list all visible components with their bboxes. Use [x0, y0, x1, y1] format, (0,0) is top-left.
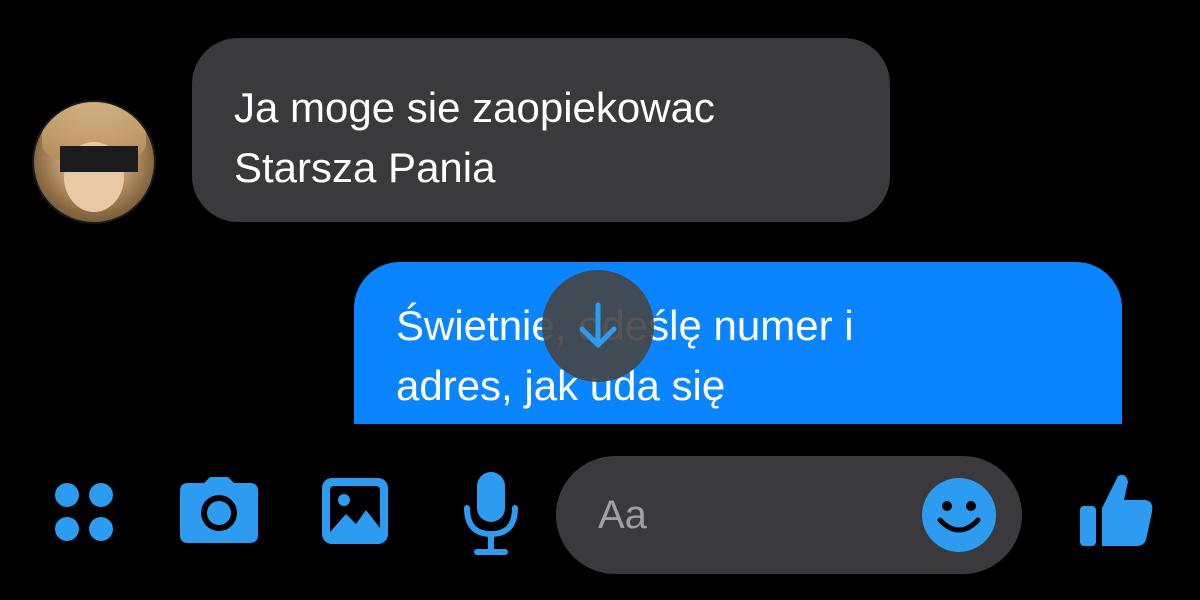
like-button[interactable]	[1074, 468, 1158, 552]
emoji-button[interactable]	[920, 476, 998, 554]
apps-icon	[55, 483, 113, 541]
avatar-censor-bar	[60, 146, 138, 172]
contact-avatar[interactable]	[32, 100, 156, 224]
microphone-button[interactable]	[458, 468, 524, 558]
message-input[interactable]: Aa	[556, 456, 1022, 574]
message-input-placeholder: Aa	[598, 493, 647, 537]
microphone-icon	[464, 472, 518, 555]
message-thread[interactable]: Ja moge sie zaopiekowac Starsza Pania Św…	[0, 0, 1200, 424]
scroll-to-bottom-button[interactable]	[542, 270, 654, 382]
camera-button[interactable]	[176, 472, 262, 548]
gallery-icon	[322, 478, 388, 544]
emoji-icon	[922, 478, 996, 552]
messenger-chat-screen: Ja moge sie zaopiekowac Starsza Pania Św…	[0, 0, 1200, 600]
apps-button[interactable]	[46, 474, 122, 550]
outgoing-message-bubble[interactable]: Świetnie, odeślę numer i adres, jak uda …	[354, 262, 1122, 424]
incoming-message-text: Ja moge sie zaopiekowac Starsza Pania	[234, 84, 715, 191]
composer-bar: Aa	[0, 424, 1200, 600]
like-icon	[1080, 474, 1153, 546]
gallery-button[interactable]	[318, 474, 392, 548]
outgoing-message-text: Świetnie, odeślę numer i adres, jak uda …	[396, 302, 854, 409]
incoming-message-bubble[interactable]: Ja moge sie zaopiekowac Starsza Pania	[192, 38, 890, 222]
arrow-down-icon	[579, 302, 617, 348]
camera-icon	[180, 477, 258, 543]
